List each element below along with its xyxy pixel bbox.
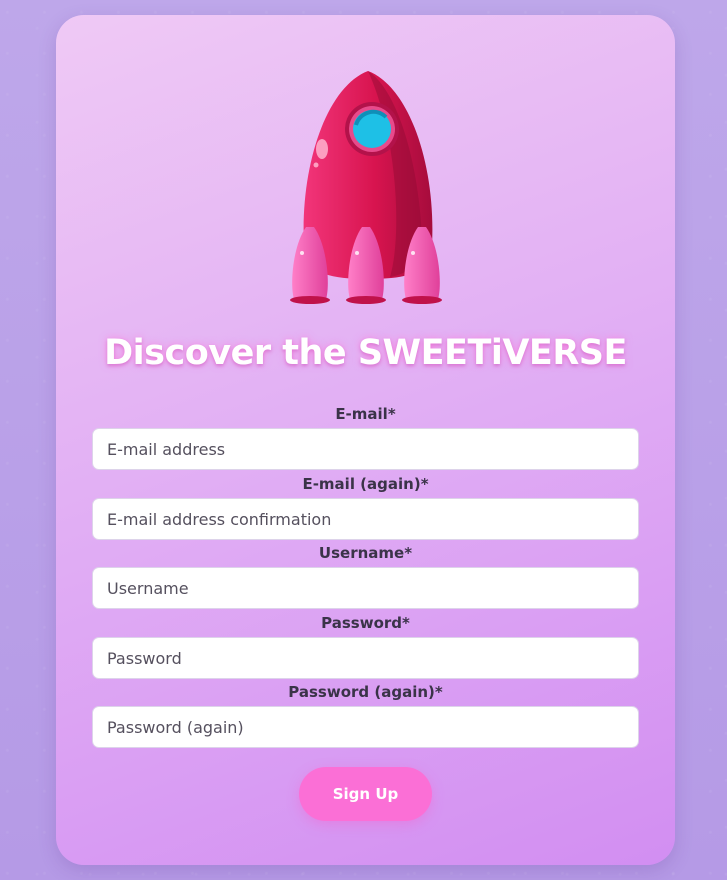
email-confirm-label: E-mail (again)* xyxy=(302,475,429,493)
rocket-icon xyxy=(290,71,442,304)
email-confirm-field[interactable] xyxy=(92,498,639,540)
username-field[interactable] xyxy=(92,567,639,609)
password-field[interactable] xyxy=(92,637,639,679)
signup-card: Discover the SWEETiVERSE E-mail* E-mail … xyxy=(56,15,675,865)
email-field[interactable] xyxy=(92,428,639,470)
password-confirm-label: Password (again)* xyxy=(288,683,443,701)
password-label: Password* xyxy=(321,614,410,632)
email-label: E-mail* xyxy=(335,405,396,423)
password-confirm-field[interactable] xyxy=(92,706,639,748)
page-title: Discover the SWEETiVERSE xyxy=(104,333,627,373)
sign-up-button[interactable]: Sign Up xyxy=(299,767,432,821)
username-label: Username* xyxy=(318,544,413,562)
